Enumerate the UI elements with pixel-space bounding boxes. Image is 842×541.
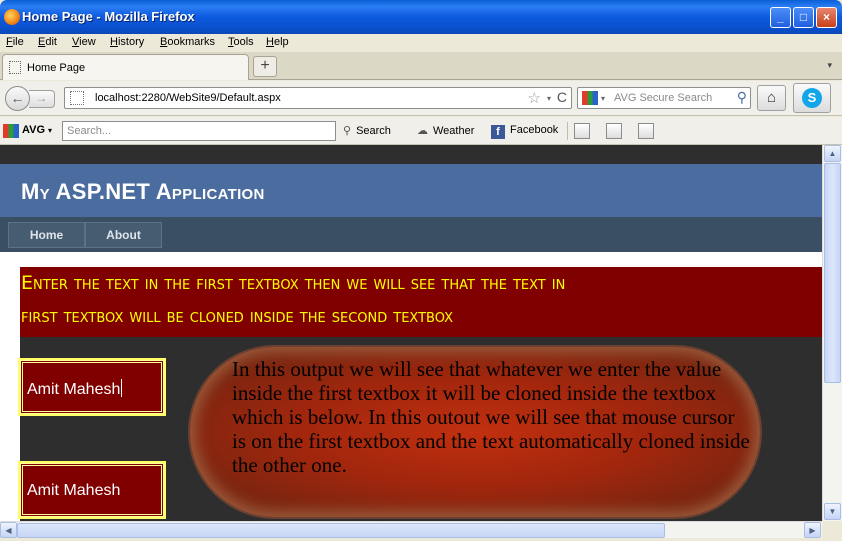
minimize-button[interactable]: _ bbox=[770, 7, 791, 28]
avg-dropdown-icon[interactable]: ▾ bbox=[48, 126, 52, 135]
horizontal-scroll-thumb[interactable] bbox=[17, 523, 665, 538]
new-tab-button[interactable]: + bbox=[253, 56, 277, 77]
forward-button[interactable]: → bbox=[29, 90, 55, 108]
scroll-right-button[interactable]: ▶ bbox=[804, 522, 821, 538]
home-button[interactable]: ⌂ bbox=[757, 85, 786, 111]
facebook-button[interactable]: f Facebook bbox=[491, 124, 558, 139]
menu-tools[interactable]: Tools bbox=[228, 36, 254, 48]
engine-dropdown-icon[interactable]: ▾ bbox=[601, 94, 605, 103]
notepad-icon[interactable] bbox=[606, 123, 622, 139]
vertical-scroll-thumb[interactable] bbox=[824, 163, 841, 383]
scroll-up-button[interactable]: ▲ bbox=[824, 145, 841, 162]
menu-view[interactable]: View bbox=[72, 36, 96, 48]
menu-bookmarks[interactable]: Bookmarks bbox=[160, 36, 215, 48]
facebook-icon: f bbox=[491, 125, 505, 139]
window-title-bar[interactable]: Home Page - Mozilla Firefox _ □ × bbox=[0, 0, 842, 34]
menu-help[interactable]: Help bbox=[266, 36, 289, 48]
tab-list-icon[interactable]: ▾ bbox=[827, 60, 832, 71]
screenshot-icon[interactable] bbox=[638, 123, 654, 139]
avg-engine-icon[interactable] bbox=[582, 91, 598, 105]
tab-label: Home Page bbox=[27, 62, 86, 74]
skype-icon: S bbox=[802, 88, 822, 108]
menu-link-home[interactable]: Home bbox=[8, 222, 85, 248]
avg-toolbar: AVG ▾ Search... ⚲ Search ☁ Weather f Facebo… bbox=[0, 117, 842, 145]
first-textbox-value: Amit Mahesh bbox=[27, 381, 121, 398]
close-button[interactable]: × bbox=[816, 7, 837, 28]
menu-bar: File Edit View History Bookmarks Tools H… bbox=[0, 34, 842, 52]
menu-file[interactable]: File bbox=[6, 36, 24, 48]
url-text[interactable]: localhost:2280/WebSite9/Default.aspx bbox=[95, 92, 281, 104]
maximize-button[interactable]: □ bbox=[793, 7, 814, 28]
site-identity-icon[interactable] bbox=[70, 91, 84, 105]
menu-link-about[interactable]: About bbox=[85, 222, 162, 248]
search-placeholder[interactable]: AVG Secure Search bbox=[614, 92, 712, 104]
menu-history[interactable]: History bbox=[110, 36, 144, 48]
banner-line-2: first textbox will be cloned inside the … bbox=[21, 305, 454, 327]
skype-button[interactable]: S bbox=[793, 83, 831, 113]
weather-icon: ☁ bbox=[417, 125, 428, 137]
history-dropdown-icon[interactable]: ▾ bbox=[547, 94, 551, 103]
reload-icon[interactable]: C bbox=[557, 89, 567, 105]
bookmark-star-icon[interactable]: ☆ bbox=[528, 89, 541, 107]
app-title: My ASP.NET Application bbox=[21, 179, 265, 204]
avg-logo-label[interactable]: AVG bbox=[22, 124, 45, 136]
second-textbox[interactable]: Amit Mahesh bbox=[18, 461, 166, 519]
site-header: My ASP.NET Application bbox=[0, 164, 822, 217]
magnifier-icon: ⚲ bbox=[343, 125, 352, 137]
avg-search-input[interactable]: Search... bbox=[62, 121, 336, 141]
scroll-down-button[interactable]: ▼ bbox=[824, 503, 841, 520]
weather-label: Weather bbox=[433, 125, 475, 137]
search-bar[interactable]: ▾ AVG Secure Search ⚲ bbox=[577, 87, 751, 109]
site-menu: Home About bbox=[0, 217, 822, 252]
url-bar[interactable]: localhost:2280/WebSite9/Default.aspx ☆ ▾… bbox=[64, 87, 572, 109]
second-textbox-value: Amit Mahesh bbox=[27, 482, 121, 499]
tab-strip: Home Page + ▾ bbox=[0, 52, 842, 80]
search-icon[interactable]: ⚲ bbox=[737, 89, 747, 106]
text-cursor bbox=[121, 379, 123, 397]
avg-logo-icon[interactable] bbox=[3, 124, 19, 138]
avg-search-label: Search bbox=[356, 125, 391, 137]
vertical-scrollbar[interactable]: ▲ ▼ bbox=[822, 145, 842, 521]
facebook-label: Facebook bbox=[510, 124, 559, 136]
firefox-icon bbox=[4, 9, 20, 25]
avg-search-button[interactable]: ⚲ Search bbox=[343, 124, 391, 137]
calculator-icon[interactable] bbox=[574, 123, 590, 139]
instruction-banner: Enter the text in the first textbox then… bbox=[20, 267, 822, 337]
weather-button[interactable]: ☁ Weather bbox=[417, 124, 474, 137]
horizontal-scrollbar[interactable]: ◀ ▶ bbox=[0, 521, 822, 538]
page-icon bbox=[9, 61, 21, 74]
page-viewport: My ASP.NET Application Home About Enter … bbox=[0, 145, 822, 521]
page-top-strip bbox=[0, 145, 822, 164]
scroll-left-button[interactable]: ◀ bbox=[0, 522, 17, 538]
tab-home-page[interactable]: Home Page bbox=[2, 54, 249, 80]
avg-search-placeholder: Search... bbox=[67, 125, 112, 137]
window-title: Home Page - Mozilla Firefox bbox=[22, 9, 195, 24]
first-textbox[interactable]: Amit Mahesh bbox=[18, 358, 166, 416]
menu-edit[interactable]: Edit bbox=[38, 36, 57, 48]
output-description: In this output we will see that whatever… bbox=[232, 357, 750, 477]
navigation-bar: → ← localhost:2280/WebSite9/Default.aspx… bbox=[0, 81, 842, 116]
banner-line-1: Enter the text in the first textbox then… bbox=[21, 272, 566, 294]
back-button[interactable]: ← bbox=[5, 86, 30, 111]
toolbar-separator bbox=[567, 122, 568, 140]
